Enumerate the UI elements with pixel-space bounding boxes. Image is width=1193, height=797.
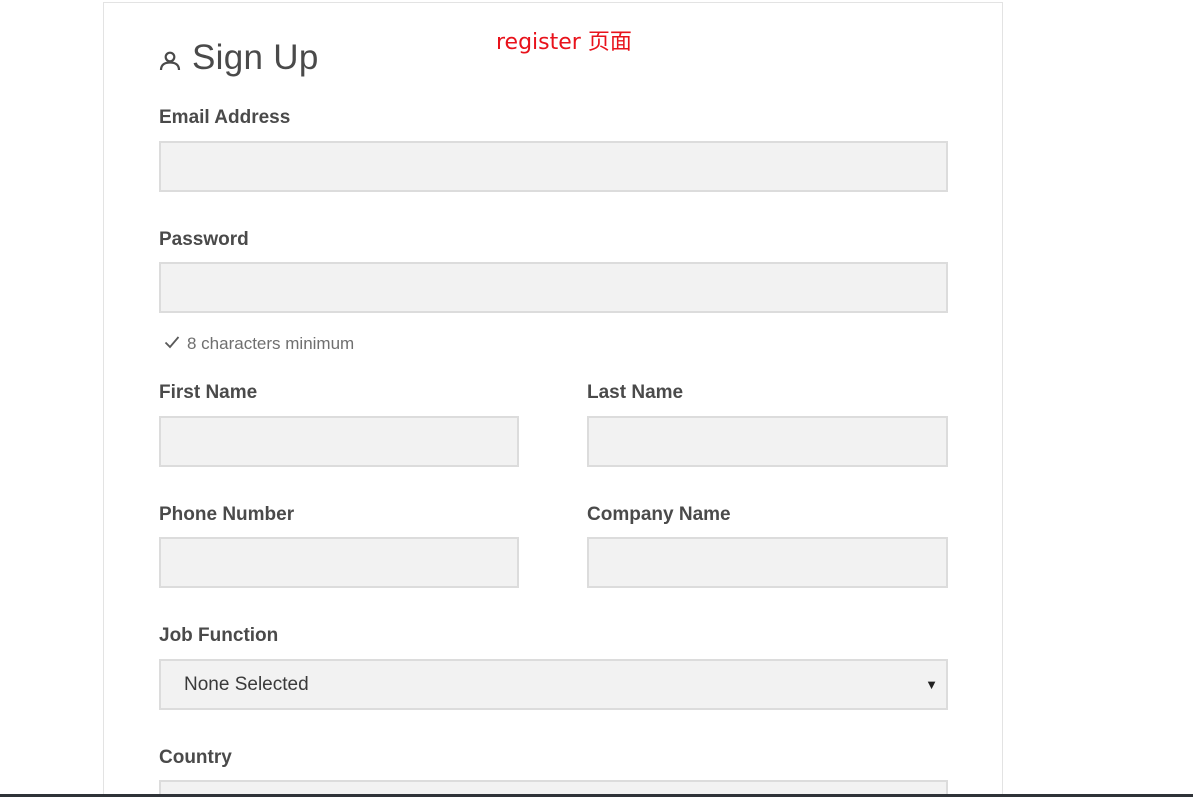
job-function-label: Job Function	[159, 625, 279, 646]
first-name-label: First Name	[159, 382, 258, 403]
caret-down-icon: ▼	[925, 677, 938, 692]
user-icon	[158, 39, 182, 78]
phone-label: Phone Number	[159, 504, 295, 525]
first-name-input[interactable]	[159, 416, 519, 467]
job-function-value: None Selected	[184, 673, 309, 695]
email-label: Email Address	[159, 107, 291, 128]
page: register 页面 Sign Up Email Address Passwo…	[0, 0, 1193, 797]
password-label: Password	[159, 229, 249, 250]
password-hint-text: 8 characters minimum	[187, 334, 355, 353]
phone-input[interactable]	[159, 537, 519, 588]
page-title-text: Sign Up	[192, 38, 319, 77]
password-hint: 8 characters minimum	[164, 334, 354, 354]
page-title: Sign Up	[158, 38, 319, 78]
last-name-label: Last Name	[587, 382, 684, 403]
company-input[interactable]	[587, 537, 948, 588]
company-label: Company Name	[587, 504, 731, 525]
country-label: Country	[159, 747, 232, 768]
country-select[interactable]	[159, 780, 948, 794]
check-icon	[164, 334, 180, 354]
annotation-text: register 页面	[496, 30, 632, 55]
password-input[interactable]	[159, 262, 948, 313]
job-function-select[interactable]: None Selected ▼	[159, 659, 948, 710]
email-input[interactable]	[159, 141, 948, 192]
last-name-input[interactable]	[587, 416, 948, 467]
